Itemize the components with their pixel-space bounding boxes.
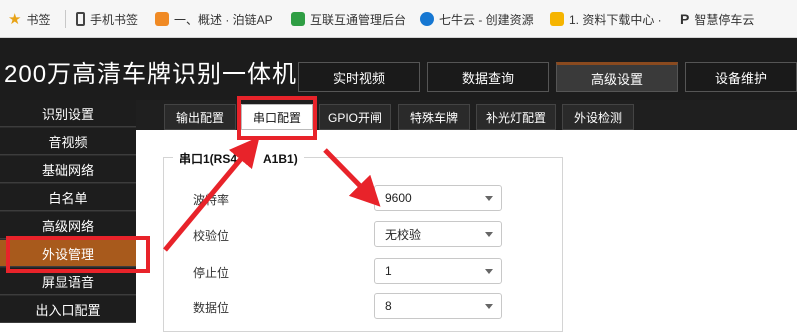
tab-special-plate[interactable]: 特殊车牌: [398, 104, 470, 130]
chevron-down-icon: [485, 232, 493, 237]
sidebar-item-basic-network[interactable]: 基础网络: [0, 156, 136, 183]
tab-serial-config[interactable]: 串口配置: [241, 104, 313, 130]
sidebar: 识别设置 音视频 基础网络 白名单 高级网络 外设管理 屏显语音 出入口配置: [0, 100, 136, 323]
nav-device-maintenance[interactable]: 设备维护: [685, 62, 797, 92]
sidebar-item-audio-video[interactable]: 音视频: [0, 128, 136, 155]
tab-peripheral-detect[interactable]: 外设检测: [562, 104, 634, 130]
stop-bits-select[interactable]: 1: [374, 258, 502, 284]
stop-bits-label: 停止位: [193, 266, 230, 280]
nav-live-video[interactable]: 实时视频: [298, 62, 420, 92]
sidebar-item-advanced-network[interactable]: 高级网络: [0, 212, 136, 239]
orange-site-icon: [155, 12, 169, 26]
baud-rate-select[interactable]: 9600: [374, 185, 502, 211]
sidebar-item-entrance-config[interactable]: 出入口配置: [0, 296, 136, 323]
tabs-bar: 输出配置 串口配置 GPIO开闸 特殊车牌 补光灯配置 外设检测: [136, 100, 797, 130]
chevron-down-icon: [485, 196, 493, 201]
star-icon: ★: [8, 11, 22, 28]
yellow-site-icon: [550, 12, 564, 26]
tab-gpio[interactable]: GPIO开闸: [319, 104, 391, 130]
tab-output-config[interactable]: 输出配置: [164, 104, 236, 130]
data-bits-select[interactable]: 8: [374, 293, 502, 319]
qiniu-icon: [420, 12, 434, 26]
bookmark-item[interactable]: P 智慧停车云: [680, 0, 754, 38]
bookmark-item[interactable]: 互联互通管理后台: [291, 0, 406, 38]
bookmark-item[interactable]: 1. 资料下载中心 ·: [550, 0, 662, 38]
sidebar-item-whitelist[interactable]: 白名单: [0, 184, 136, 211]
baud-rate-label: 波特率: [193, 193, 230, 207]
app-title: 200万高清车牌识别一体机: [4, 61, 298, 88]
main-content: 输出配置 串口配置 GPIO开闸 特殊车牌 补光灯配置 外设检测 串口1(RS4…: [136, 100, 797, 332]
sidebar-item-screen-voice[interactable]: 屏显语音: [0, 268, 136, 295]
serial-port-legend: 串口1(RS4 A1B1): [173, 150, 304, 167]
bookmarks-bar: ★ 书签 手机书签 一、概述 · 泊链AP 互联互通管理后台 七牛云 - 创建资…: [0, 0, 797, 38]
bookmark-item[interactable]: 七牛云 - 创建资源: [420, 0, 534, 38]
tab-fill-light[interactable]: 补光灯配置: [476, 104, 556, 130]
bookmark-item[interactable]: 手机书签: [76, 0, 138, 38]
parity-label: 校验位: [193, 229, 230, 243]
data-bits-label: 数据位: [193, 301, 230, 315]
bookmark-item[interactable]: ★ 书签: [8, 0, 50, 38]
nav-advanced-settings[interactable]: 高级设置: [556, 62, 678, 92]
bookmark-divider: [65, 10, 66, 28]
green-site-icon: [291, 12, 305, 26]
nav-data-query[interactable]: 数据查询: [427, 62, 549, 92]
bookmark-item[interactable]: 一、概述 · 泊链AP: [155, 0, 273, 38]
chevron-down-icon: [485, 304, 493, 309]
sidebar-item-peripheral[interactable]: 外设管理: [0, 240, 136, 267]
chevron-down-icon: [485, 269, 493, 274]
parking-icon: P: [680, 11, 690, 27]
sidebar-item-recognition[interactable]: 识别设置: [0, 100, 136, 127]
parity-select[interactable]: 无校验: [374, 221, 502, 247]
phone-icon: [76, 12, 85, 26]
